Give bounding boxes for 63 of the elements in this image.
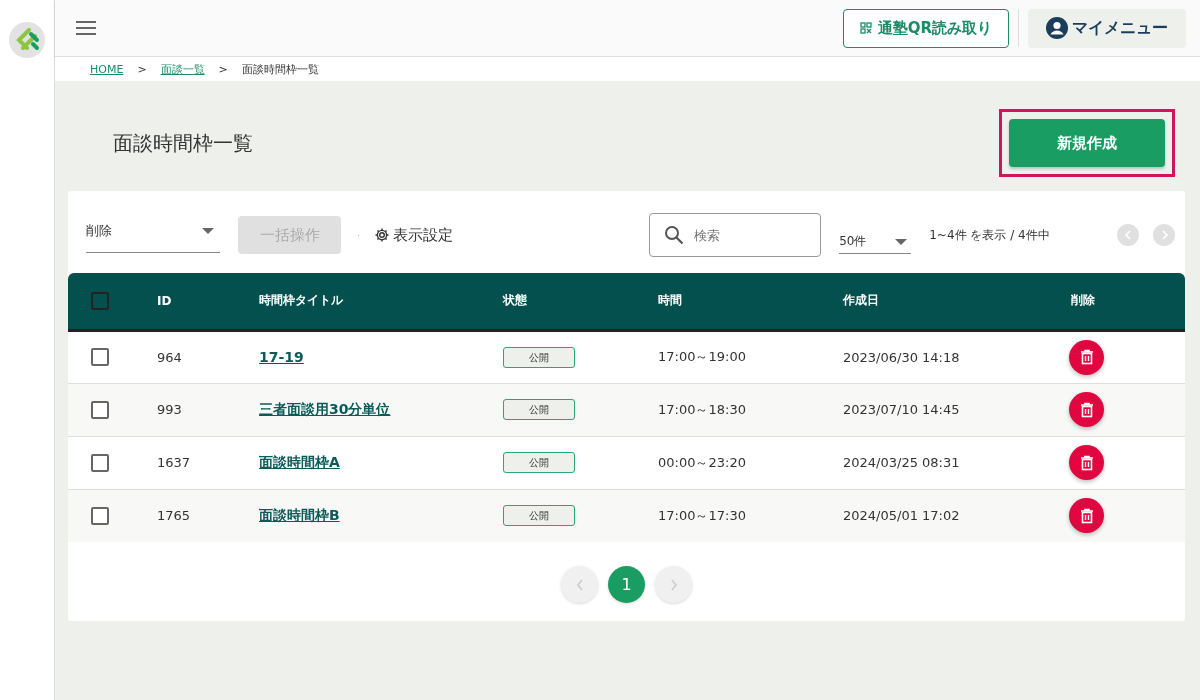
per-page-select[interactable]: 50件 — [839, 216, 912, 254]
breadcrumb-link[interactable]: HOME — [90, 62, 124, 76]
time-range-text: 00:00～23:20 — [658, 454, 746, 470]
display-settings-button[interactable]: 表示設定 — [374, 225, 454, 245]
title-link[interactable]: 面談時間枠B — [259, 506, 340, 523]
breadcrumb-separator: > — [137, 62, 147, 76]
created-date-text: 2023/07/10 14:45 — [843, 402, 960, 417]
delete-button[interactable] — [1069, 445, 1104, 480]
search-icon — [664, 225, 685, 245]
menu-icon[interactable] — [75, 20, 97, 36]
column-header: 状態 — [503, 293, 527, 308]
dropdown-caret-icon — [895, 238, 908, 245]
column-header: ID — [157, 293, 172, 308]
column-header: 時間枠タイトル — [259, 293, 343, 308]
status-badge: 公開 — [503, 399, 575, 420]
created-date-text: 2023/06/30 14:18 — [843, 349, 960, 365]
row-checkbox[interactable] — [91, 506, 109, 525]
result-range-text: 1~4件 を表示 / 4件中 — [929, 226, 1050, 244]
row-checkbox[interactable] — [91, 348, 109, 366]
title-link[interactable]: 面談時間枠A — [259, 453, 340, 470]
title-link[interactable]: 三者面談用30分単位 — [259, 400, 391, 417]
delete-button[interactable] — [1069, 339, 1104, 375]
breadcrumb-link[interactable]: 面談一覧 — [160, 61, 205, 77]
time-range-text: 17:00～17:30 — [658, 507, 746, 523]
status-badge: 公開 — [503, 346, 575, 368]
user-avatar-icon — [1046, 17, 1068, 39]
trash-icon — [1079, 454, 1094, 471]
id-text: 993 — [157, 402, 182, 417]
time-range-text: 17:00～19:00 — [658, 349, 746, 364]
title-link[interactable]: 17-19 — [259, 349, 304, 365]
column-header: 削除 — [1071, 293, 1095, 308]
my-menu-button[interactable]: マイメニュー — [1028, 8, 1186, 48]
column-header: 時間 — [658, 293, 682, 308]
status-badge: 公開 — [503, 452, 575, 473]
time-range-text: 17:00～18:30 — [658, 401, 746, 417]
qr-code-icon — [859, 22, 872, 34]
created-date-text: 2024/03/25 08:31 — [843, 455, 960, 470]
page-title: 面談時間枠一覧 — [113, 129, 253, 157]
logo-icon[interactable] — [9, 22, 45, 58]
action-select[interactable]: 削除 — [86, 217, 220, 253]
breadcrumb-separator: > — [218, 62, 228, 76]
dropdown-caret-icon — [202, 227, 214, 234]
id-text: 1637 — [157, 455, 191, 470]
row-checkbox[interactable] — [91, 400, 109, 419]
trash-icon — [1079, 401, 1094, 418]
chevron-icon — [668, 577, 679, 592]
id-text: 964 — [157, 349, 182, 365]
divider-dot: · — [357, 229, 361, 241]
search-field[interactable]: 検索 — [649, 213, 822, 257]
trash-icon — [1079, 349, 1094, 365]
created-date-text: 2024/05/01 17:02 — [843, 508, 960, 524]
id-text: 1765 — [157, 508, 191, 524]
row-checkbox[interactable] — [91, 453, 109, 472]
settings-icon — [374, 227, 391, 243]
qr-scan-button[interactable]: 通塾QR読み取り — [842, 8, 1009, 48]
trash-icon — [1079, 507, 1094, 524]
delete-button[interactable] — [1069, 498, 1104, 534]
chevron-icon — [574, 577, 585, 592]
delete-button[interactable] — [1069, 392, 1104, 427]
status-badge: 公開 — [503, 505, 575, 527]
column-header: 作成日 — [843, 293, 879, 308]
select-all-checkbox[interactable] — [91, 291, 109, 310]
breadcrumb-current: 面談時間枠一覧 — [241, 61, 319, 77]
